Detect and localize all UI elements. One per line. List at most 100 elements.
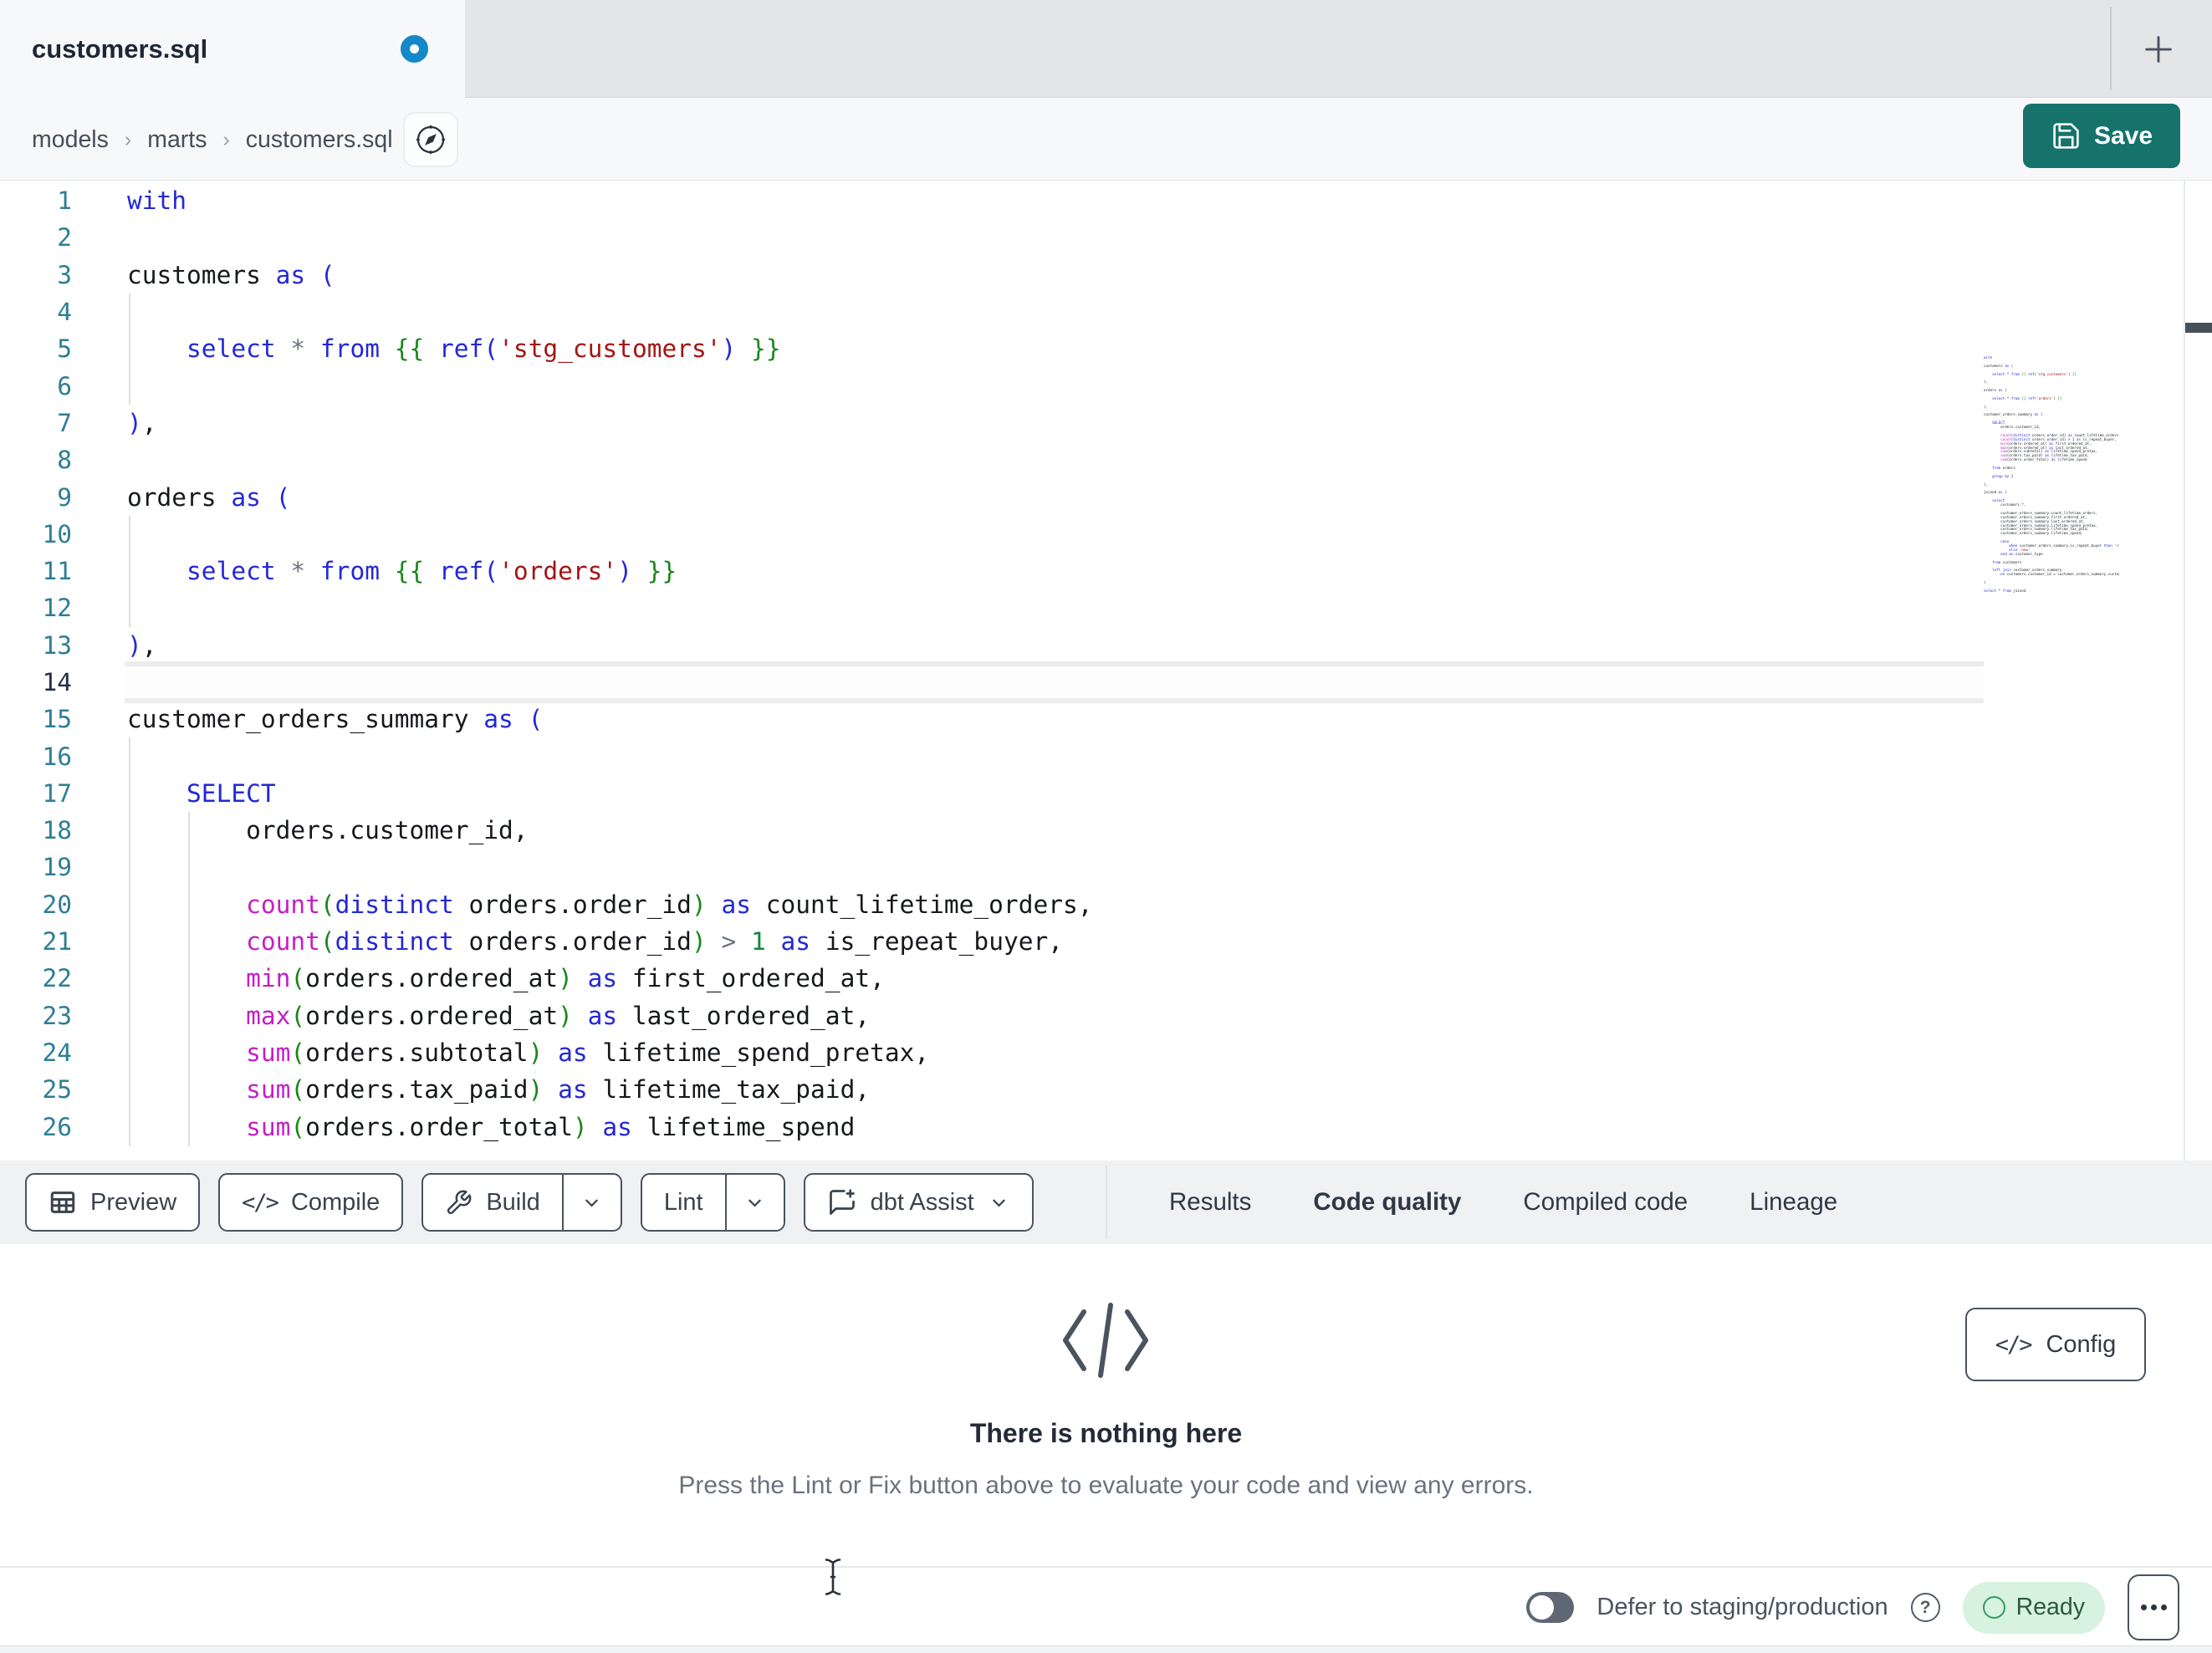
- breadcrumb-separator: ›: [222, 127, 230, 151]
- breadcrumb-item-customers-sql[interactable]: customers.sql: [246, 126, 393, 154]
- scrollbar-thumb[interactable]: [2185, 323, 2212, 333]
- tab-code-quality[interactable]: Code quality: [1301, 1161, 1474, 1251]
- code-line[interactable]: 4: [0, 293, 2212, 330]
- unsaved-changes-dot-icon: [401, 35, 428, 63]
- code-text: ),: [127, 630, 157, 660]
- line-number: 18: [42, 816, 72, 845]
- code-line[interactable]: 9 orders as (: [0, 478, 2212, 515]
- code-line[interactable]: 16: [0, 737, 2212, 774]
- line-number: 13: [42, 630, 72, 660]
- dbt-assist-label: dbt Assist: [870, 1188, 974, 1216]
- code-line[interactable]: 24 sum(orders.subtotal) as lifetime_spen…: [0, 1034, 2212, 1071]
- config-button[interactable]: </> Config: [1965, 1308, 2146, 1381]
- code-text: with: [127, 186, 187, 216]
- code-brackets-icon: </>: [1995, 1331, 2033, 1358]
- line-number: 4: [57, 298, 72, 327]
- code-text: count(distinct orders.order_id) as count…: [246, 890, 1093, 919]
- code-text: orders as (: [127, 482, 291, 512]
- code-text: orders.customer_id,: [127, 816, 529, 845]
- table-grid-icon: [50, 1191, 75, 1213]
- tab-results[interactable]: Results: [1169, 1161, 1251, 1244]
- code-lines: 1 with 2 3 customers as ( 4 5 select * from {{…: [0, 182, 2212, 1145]
- save-icon: [2053, 123, 2079, 149]
- breadcrumb-item-models[interactable]: models: [32, 126, 109, 154]
- dot-icon: [2160, 1605, 2167, 1610]
- more-options-button[interactable]: [2128, 1574, 2179, 1640]
- build-dropdown[interactable]: [561, 1175, 621, 1230]
- code-line[interactable]: 21 count(distinct orders.order_id) > 1 a…: [0, 923, 2212, 960]
- code-line[interactable]: 18 orders.customer_id,: [0, 812, 2212, 849]
- code-text: customer_orders_summary as (: [127, 705, 544, 734]
- toggle-knob: [1530, 1595, 1555, 1620]
- status-badge: Ready: [1962, 1581, 2105, 1634]
- dot-icon: [2140, 1605, 2147, 1610]
- compile-label: Compile: [290, 1188, 381, 1216]
- line-number: 1: [57, 186, 72, 216]
- code-line[interactable]: 22 min(orders.ordered_at) as first_order…: [0, 960, 2212, 997]
- code-line[interactable]: 12: [0, 589, 2212, 626]
- code-editor[interactable]: 1 with 2 3 customers as ( 4 5 select * from {{…: [0, 181, 2212, 1161]
- save-button[interactable]: Save: [2023, 104, 2180, 168]
- code-line[interactable]: 7),: [0, 405, 2212, 441]
- defer-toggle[interactable]: [1526, 1592, 1575, 1623]
- help-icon[interactable]: ?: [1910, 1593, 1940, 1622]
- file-navigate-button[interactable]: [403, 112, 458, 167]
- tab-lineage[interactable]: Lineage: [1750, 1161, 1837, 1244]
- code-line[interactable]: 13),: [0, 627, 2212, 664]
- code-text: SELECT: [186, 778, 276, 808]
- code-line[interactable]: 25 sum(orders.tax_paid) as lifetime_tax_…: [0, 1071, 2212, 1108]
- editor-tab-customers-sql[interactable]: customers.sql: [0, 0, 465, 99]
- code-line[interactable]: 8: [0, 441, 2212, 478]
- code-line[interactable]: 6: [0, 367, 2212, 404]
- code-brackets-icon: </>: [242, 1189, 279, 1216]
- breadcrumb-item-marts[interactable]: marts: [147, 126, 207, 154]
- code-line[interactable]: 5 select * from {{ ref('stg_customers') …: [0, 330, 2212, 367]
- code-line[interactable]: 2: [0, 219, 2212, 256]
- code-brackets-icon: [1063, 1303, 1148, 1378]
- code-line[interactable]: 15 customer_orders_summary as (: [0, 701, 2212, 737]
- line-number: 9: [57, 482, 72, 512]
- empty-state-subtitle: Press the Lint or Fix button above to ev…: [678, 1472, 1534, 1499]
- dbt-assist-button[interactable]: dbt Assist: [803, 1173, 1034, 1232]
- compass-icon: [416, 125, 446, 155]
- new-tab-button[interactable]: [2138, 28, 2179, 70]
- breadcrumb: models › marts › customers.sql: [32, 99, 393, 181]
- minimap-code[interactable]: with customers as ( select * from {{ ref…: [1984, 356, 2119, 594]
- dbt-cloud-ide: customers.sql models › marts › customers.sql…: [0, 0, 2212, 1653]
- preview-button[interactable]: Preview: [25, 1173, 201, 1232]
- line-number: 8: [57, 446, 72, 475]
- lint-label: Lint: [663, 1188, 703, 1216]
- chevron-down-icon: [585, 1198, 599, 1207]
- code-line[interactable]: 19: [0, 849, 2212, 885]
- breadcrumb-separator: ›: [124, 127, 132, 151]
- code-text: select * from {{ ref('stg_customers') }}: [186, 334, 781, 364]
- line-number: 21: [42, 927, 72, 957]
- tab-compiled-code[interactable]: Compiled code: [1523, 1161, 1688, 1244]
- code-line[interactable]: 14: [0, 661, 2212, 704]
- line-number: 26: [42, 1112, 72, 1141]
- build-button[interactable]: Build: [421, 1173, 622, 1232]
- code-line[interactable]: 23 max(orders.ordered_at) as last_ordere…: [0, 997, 2212, 1034]
- path-bar: models › marts › customers.sql: [0, 99, 2212, 181]
- code-line[interactable]: 10: [0, 516, 2212, 553]
- lint-button[interactable]: Lint: [640, 1173, 785, 1232]
- line-number: 15: [42, 705, 72, 734]
- ready-ring-icon: [1982, 1596, 2005, 1619]
- lint-dropdown[interactable]: [724, 1175, 784, 1230]
- code-text: sum(orders.subtotal) as lifetime_spend_p…: [246, 1038, 930, 1067]
- line-number: 7: [57, 408, 72, 437]
- compile-button[interactable]: </> Compile: [218, 1173, 404, 1232]
- toolbar-buttons: Preview </> Compile Build Lint dbt Assis…: [25, 1173, 1034, 1232]
- code-line[interactable]: 17 SELECT: [0, 775, 2212, 812]
- code-line[interactable]: 26 sum(orders.order_total) as lifetime_s…: [0, 1108, 2212, 1145]
- help-glyph: ?: [1919, 1597, 1931, 1617]
- editor-toolbar: Preview </> Compile Build Lint dbt Assis…: [0, 1161, 2212, 1251]
- code-line[interactable]: 20 count(distinct orders.order_id) as co…: [0, 886, 2212, 923]
- code-line[interactable]: 11 select * from {{ ref('orders') }}: [0, 553, 2212, 589]
- code-line[interactable]: 3 customers as (: [0, 257, 2212, 293]
- chat-sparkle-icon: [829, 1189, 855, 1215]
- code-line[interactable]: 1 with: [0, 182, 2212, 219]
- line-number: 16: [42, 742, 72, 771]
- preview-label: Preview: [90, 1188, 177, 1216]
- result-tabs: Results Code quality Compiled code Lineage: [1169, 1161, 1837, 1251]
